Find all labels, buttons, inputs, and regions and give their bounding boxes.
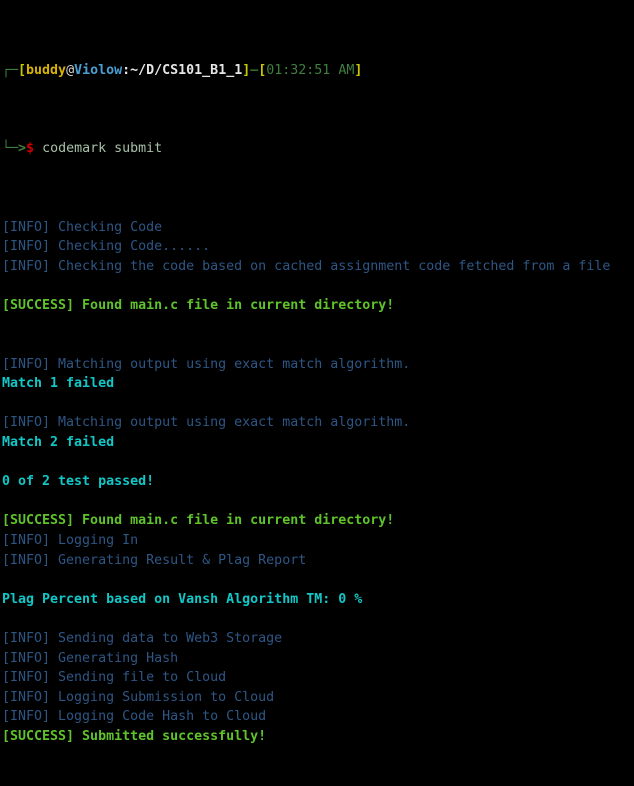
log-line-info: [INFO] Logging In — [2, 533, 139, 549]
prompt-dollar-sign: $ — [26, 141, 35, 157]
log-line-blank — [2, 335, 634, 355]
log-line-info: [INFO] Checking Code...... — [2, 239, 211, 255]
log-line-success: [SUCCESS] Submitted successfully! — [2, 728, 267, 744]
prompt-time-close-bracket: ] — [354, 62, 363, 78]
prompt-hostname: Violow — [74, 62, 123, 78]
log-line-success: [SUCCESS] Found main.c file in current d… — [2, 297, 395, 313]
log-line-result: Plag Percent based on Vansh Algorithm TM… — [2, 591, 363, 607]
log-line-blank — [2, 276, 634, 296]
log-line-blank — [2, 492, 634, 512]
log-line-info: [INFO] Sending file to Cloud — [2, 670, 227, 686]
log-line-info: [INFO] Checking the code based on cached… — [2, 258, 611, 274]
log-line-blank — [2, 394, 634, 414]
log-line-info: [INFO] Sending data to Web3 Storage — [2, 631, 283, 646]
log-line-result: Match 2 failed — [2, 435, 115, 451]
log-line-blank — [2, 316, 634, 336]
log-line-result: 0 of 2 test passed! — [2, 474, 155, 490]
prompt-timestamp: 01:32:51 AM — [266, 62, 355, 78]
log-line-info: [INFO] Checking Code — [2, 219, 163, 235]
command-text[interactable]: codemark submit — [34, 141, 162, 156]
log-line-info: [INFO] Generating Hash — [2, 650, 179, 666]
terminal-window[interactable]: ┌─[buddy@Violow:~/D/CS101_B1_1]–[01:32:5… — [0, 0, 634, 744]
log-line-info: [INFO] Generating Result & Plag Report — [2, 552, 307, 568]
log-line-blank — [2, 609, 634, 629]
prompt-line: ┌─[buddy@Violow:~/D/CS101_B1_1]–[01:32:5… — [2, 61, 634, 81]
log-line-info: [INFO] Logging Code Hash to Cloud — [2, 709, 267, 725]
log-line-blank — [2, 570, 634, 590]
prompt-username: buddy — [26, 62, 67, 78]
command-line[interactable]: └─>$ codemark submit — [2, 139, 634, 159]
log-line-info: [INFO] Matching output using exact match… — [2, 356, 411, 372]
log-line-info: [INFO] Logging Submission to Cloud — [2, 689, 275, 705]
terminal-output: [INFO] Checking Code [INFO] Checking Code… — [2, 218, 634, 747]
prompt-path: :~/D/CS101_B1_1 — [122, 62, 243, 78]
log-line-success: [SUCCESS] Found main.c file in current d… — [2, 513, 395, 529]
log-line-blank — [2, 453, 634, 473]
prompt-connector-top-icon: ┌─ — [2, 62, 19, 78]
prompt-at-symbol: @ — [66, 62, 75, 78]
log-line-result: Match 1 failed — [2, 376, 115, 392]
log-line-info: [INFO] Matching output using exact match… — [2, 415, 411, 431]
prompt-connector-bottom-icon: └─> — [2, 141, 27, 157]
prompt-open-bracket: [ — [18, 62, 27, 78]
